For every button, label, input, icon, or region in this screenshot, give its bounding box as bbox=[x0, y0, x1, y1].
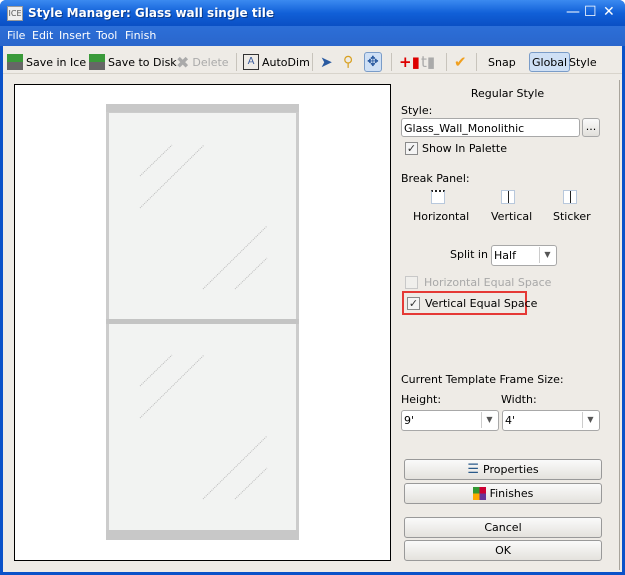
title-bar: ICE Style Manager: Glass wall single til… bbox=[0, 0, 625, 26]
magnifier-icon: ⚲ bbox=[343, 54, 354, 70]
chevron-down-icon: ▼ bbox=[481, 412, 497, 428]
break-panel-label: Break Panel: bbox=[401, 172, 470, 185]
minimize-button[interactable]: — bbox=[566, 5, 580, 19]
style-properties-panel: Regular Style Style: Glass_Wall_Monolith… bbox=[395, 80, 620, 570]
ok-button[interactable]: OK bbox=[404, 540, 602, 561]
apply-button[interactable]: ✔ bbox=[454, 52, 467, 72]
break-sticker-icon[interactable] bbox=[563, 190, 577, 204]
height-select[interactable]: 9' ▼ bbox=[401, 410, 499, 431]
style-field[interactable]: Glass_Wall_Monolithic bbox=[401, 118, 580, 137]
properties-button[interactable]: ☰ Properties bbox=[404, 459, 602, 480]
chevron-down-icon: ▼ bbox=[582, 412, 598, 428]
dimension-icon: A bbox=[243, 54, 259, 70]
vertical-equal-space-label: Vertical Equal Space bbox=[425, 297, 538, 310]
chevron-down-icon: ▼ bbox=[539, 247, 555, 263]
break-horizontal-icon[interactable] bbox=[431, 190, 445, 204]
menu-file[interactable]: File bbox=[7, 29, 25, 42]
style-label: Style: bbox=[401, 104, 433, 117]
finishes-button[interactable]: Finishes bbox=[404, 483, 602, 504]
break-sticker-button[interactable]: Sticker bbox=[553, 210, 591, 223]
split-in-label: Split in bbox=[450, 248, 488, 261]
list-icon: ☰ bbox=[467, 462, 480, 477]
split-in-select[interactable]: Half ▼ bbox=[491, 245, 557, 266]
maximize-button[interactable]: ☐ bbox=[584, 5, 597, 19]
menu-edit[interactable]: Edit bbox=[32, 29, 53, 42]
cursor-arrow-icon: ➤ bbox=[320, 53, 333, 71]
snap-toggle[interactable]: Snap bbox=[488, 52, 516, 72]
glass-pane-top bbox=[109, 113, 296, 319]
close-button[interactable]: ✕ bbox=[603, 5, 615, 19]
save-to-disk-button[interactable]: Save to Disk bbox=[89, 52, 177, 72]
width-label: Width: bbox=[501, 393, 537, 406]
menu-tool[interactable]: Tool bbox=[96, 29, 117, 42]
preview-canvas[interactable] bbox=[14, 84, 391, 561]
window-title: Style Manager: Glass wall single tile bbox=[28, 6, 274, 20]
menu-insert[interactable]: Insert bbox=[59, 29, 91, 42]
menu-finish[interactable]: Finish bbox=[125, 29, 156, 42]
delete-x-icon: ✖ bbox=[176, 52, 190, 72]
break-vertical-button[interactable]: Vertical bbox=[491, 210, 532, 223]
break-vertical-icon[interactable] bbox=[501, 190, 515, 204]
horizontal-equal-space-label: Horizontal Equal Space bbox=[424, 276, 552, 289]
delete-button[interactable]: ✖ Delete bbox=[176, 52, 229, 72]
glass-pane-bottom bbox=[109, 324, 296, 530]
move-arrows-icon: ✥ bbox=[367, 54, 379, 70]
app-icon: ICE bbox=[7, 6, 23, 21]
show-in-palette-label: Show In Palette bbox=[422, 142, 507, 155]
select-tool-button[interactable]: ➤ bbox=[320, 52, 333, 72]
style-manager-window: ICE Style Manager: Glass wall single til… bbox=[0, 0, 625, 575]
horizontal-equal-space-checkbox[interactable] bbox=[405, 276, 418, 289]
style-toggle[interactable]: Style bbox=[569, 52, 597, 72]
panel-dim-icon: t▮ bbox=[421, 53, 436, 71]
checkmark-icon: ✔ bbox=[454, 53, 467, 71]
height-label: Height: bbox=[401, 393, 442, 406]
floppy-icon bbox=[89, 54, 105, 70]
save-in-ice-button[interactable]: Save in Ice bbox=[7, 52, 86, 72]
pan-tool-button[interactable]: ✥ bbox=[364, 52, 382, 72]
floppy-icon bbox=[7, 54, 23, 70]
global-toggle[interactable]: Global bbox=[529, 52, 571, 72]
add-panel-button[interactable]: +▮ bbox=[399, 52, 420, 72]
zoom-tool-button[interactable]: ⚲ bbox=[343, 52, 353, 72]
browse-style-button[interactable]: ... bbox=[582, 118, 600, 137]
width-select[interactable]: 4' ▼ bbox=[502, 410, 600, 431]
toolbar: Save in Ice Save to Disk ✖ Delete A AutoDi… bbox=[3, 48, 622, 74]
glass-wall-preview bbox=[106, 104, 299, 540]
panel-heading: Regular Style bbox=[470, 87, 545, 100]
vertical-equal-space-checkbox[interactable]: ✓ bbox=[407, 297, 420, 310]
menu-bar: File Edit Insert Tool Finish bbox=[0, 26, 625, 46]
show-in-palette-checkbox[interactable]: ✓ bbox=[405, 142, 418, 155]
add-panel-icon: +▮ bbox=[399, 53, 420, 71]
frame-size-label: Current Template Frame Size: bbox=[401, 373, 564, 386]
panel-dim-button[interactable]: t▮ bbox=[421, 52, 435, 72]
color-grid-icon bbox=[472, 487, 486, 500]
cancel-button[interactable]: Cancel bbox=[404, 517, 602, 538]
autodim-button[interactable]: A AutoDim bbox=[243, 52, 310, 72]
break-horizontal-button[interactable]: Horizontal bbox=[413, 210, 469, 223]
